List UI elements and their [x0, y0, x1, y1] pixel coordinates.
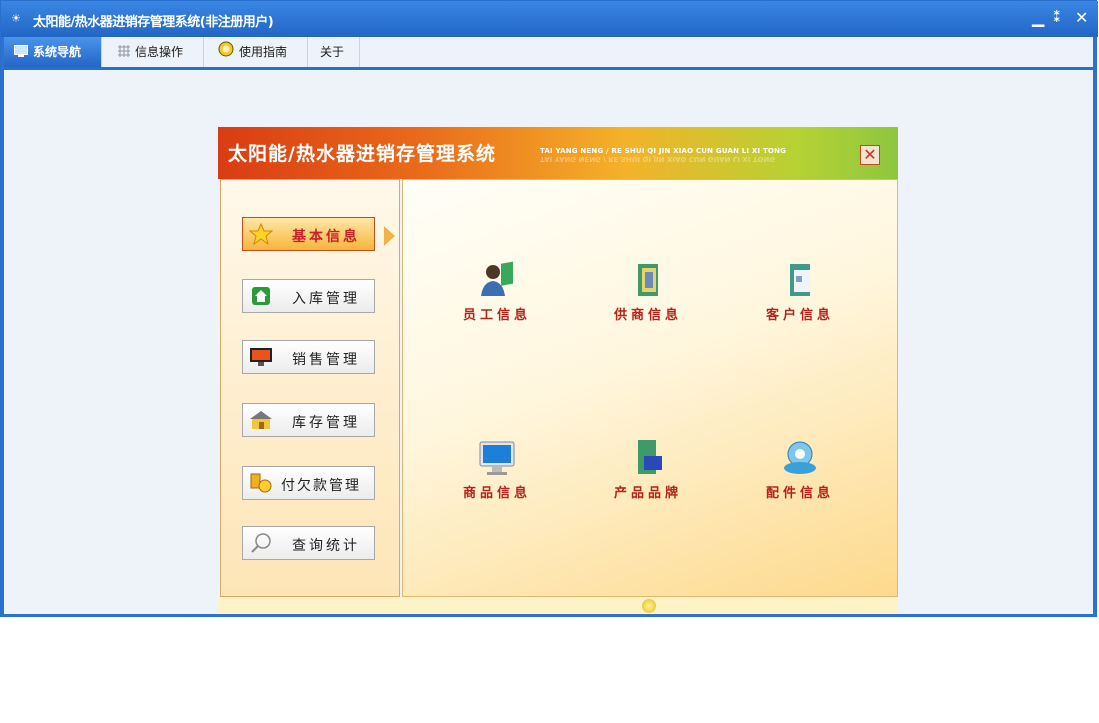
- panel-footer: [218, 597, 898, 613]
- info-bulb-icon: [642, 599, 656, 613]
- customer-icon: [790, 264, 810, 296]
- sidebar: 基本信息 入库管理 销售管理 库存管理 付欠款管理 查询统计: [220, 179, 400, 597]
- sidebar-item-stock-in[interactable]: 入库管理: [242, 279, 375, 313]
- brand-icon: [638, 440, 662, 474]
- item-customer-info[interactable]: 客户信息: [745, 260, 855, 323]
- monitor-icon: [14, 38, 28, 68]
- sidebar-item-payments[interactable]: 付欠款管理: [242, 466, 375, 500]
- panel-close-button[interactable]: ✕: [860, 145, 880, 165]
- tab-user-guide[interactable]: 使用指南: [204, 37, 308, 67]
- item-product-brand[interactable]: 产品品牌: [593, 438, 703, 501]
- accessory-icon: [784, 441, 816, 474]
- nav-panel: 太阳能/热水器进销存管理系统 TAI YANG NENG / RE SHUI Q…: [218, 127, 898, 613]
- window-title: 太阳能/热水器进销存管理系统(非注册用户): [33, 15, 274, 30]
- app-icon: ☀: [11, 12, 21, 25]
- item-label: 员工信息: [462, 308, 531, 323]
- sidebar-item-label: 销售管理: [292, 352, 360, 368]
- close-icon[interactable]: ✕: [1075, 9, 1088, 27]
- supplier-icon: [638, 264, 658, 296]
- computer-icon: [479, 441, 515, 475]
- panel-banner: 太阳能/热水器进销存管理系统 TAI YANG NENG / RE SHUI Q…: [218, 127, 898, 179]
- tab-info-ops[interactable]: 信息操作: [102, 37, 204, 67]
- restore-icon[interactable]: ⁑: [1053, 8, 1061, 26]
- sidebar-item-query-stats[interactable]: 查询统计: [242, 526, 375, 560]
- sidebar-item-label: 入库管理: [292, 291, 360, 307]
- selection-arrow-icon: [384, 226, 395, 246]
- tab-label: 关于: [320, 45, 345, 59]
- panel-pinyin: TAI YANG NENG / RE SHUI QI JIN XIAO CUN …: [540, 147, 787, 155]
- magnifier-icon: [249, 532, 273, 554]
- grid-icon: [118, 38, 130, 68]
- sidebar-item-label: 库存管理: [292, 415, 360, 431]
- employee-icon: [481, 261, 513, 296]
- panel-pinyin-reflection: TAI YANG NENG / RE SHUI QI JIN XIAO CUN …: [540, 155, 776, 163]
- sidebar-item-label: 基本信息: [292, 229, 360, 245]
- function-grid: 员工信息 供商信息 客户信息 商品信息 产品品牌 配件信息: [402, 179, 898, 597]
- panel-title: 太阳能/热水器进销存管理系统: [228, 143, 496, 165]
- sidebar-item-sales[interactable]: 销售管理: [242, 340, 375, 374]
- item-employee-info[interactable]: 员工信息: [442, 260, 552, 323]
- star-icon: [248, 222, 274, 246]
- item-supplier-info[interactable]: 供商信息: [593, 260, 703, 323]
- item-product-info[interactable]: 商品信息: [442, 438, 552, 501]
- menu-bar: 系统导航 信息操作 使用指南 关于: [4, 37, 1093, 70]
- coins-icon: [249, 472, 273, 494]
- item-label: 客户信息: [765, 308, 834, 323]
- item-accessory-info[interactable]: 配件信息: [745, 438, 855, 501]
- warehouse-icon: [249, 409, 273, 431]
- tab-label: 信息操作: [135, 45, 184, 59]
- tab-label: 使用指南: [239, 45, 288, 59]
- sidebar-item-basic-info[interactable]: 基本信息: [242, 217, 375, 251]
- house-icon: [249, 285, 273, 307]
- item-label: 供商信息: [613, 308, 682, 323]
- sidebar-item-inventory[interactable]: 库存管理: [242, 403, 375, 437]
- tab-about[interactable]: 关于: [308, 37, 360, 67]
- item-label: 产品品牌: [613, 486, 682, 501]
- help-icon: [218, 38, 234, 68]
- sidebar-item-label: 查询统计: [292, 538, 360, 554]
- item-label: 商品信息: [462, 486, 531, 501]
- tab-system-nav[interactable]: 系统导航: [4, 37, 102, 67]
- sidebar-item-label: 付欠款管理: [281, 478, 361, 494]
- minimize-icon[interactable]: ▁: [1032, 9, 1044, 27]
- title-bar: ☀ 太阳能/热水器进销存管理系统(非注册用户) ▁ ⁑ ✕: [1, 1, 1098, 37]
- main-window: ☀ 太阳能/热水器进销存管理系统(非注册用户) ▁ ⁑ ✕ 系统导航 信息操作 …: [0, 0, 1098, 617]
- display-icon: [249, 346, 273, 368]
- item-label: 配件信息: [765, 486, 834, 501]
- tab-label: 系统导航: [33, 45, 82, 59]
